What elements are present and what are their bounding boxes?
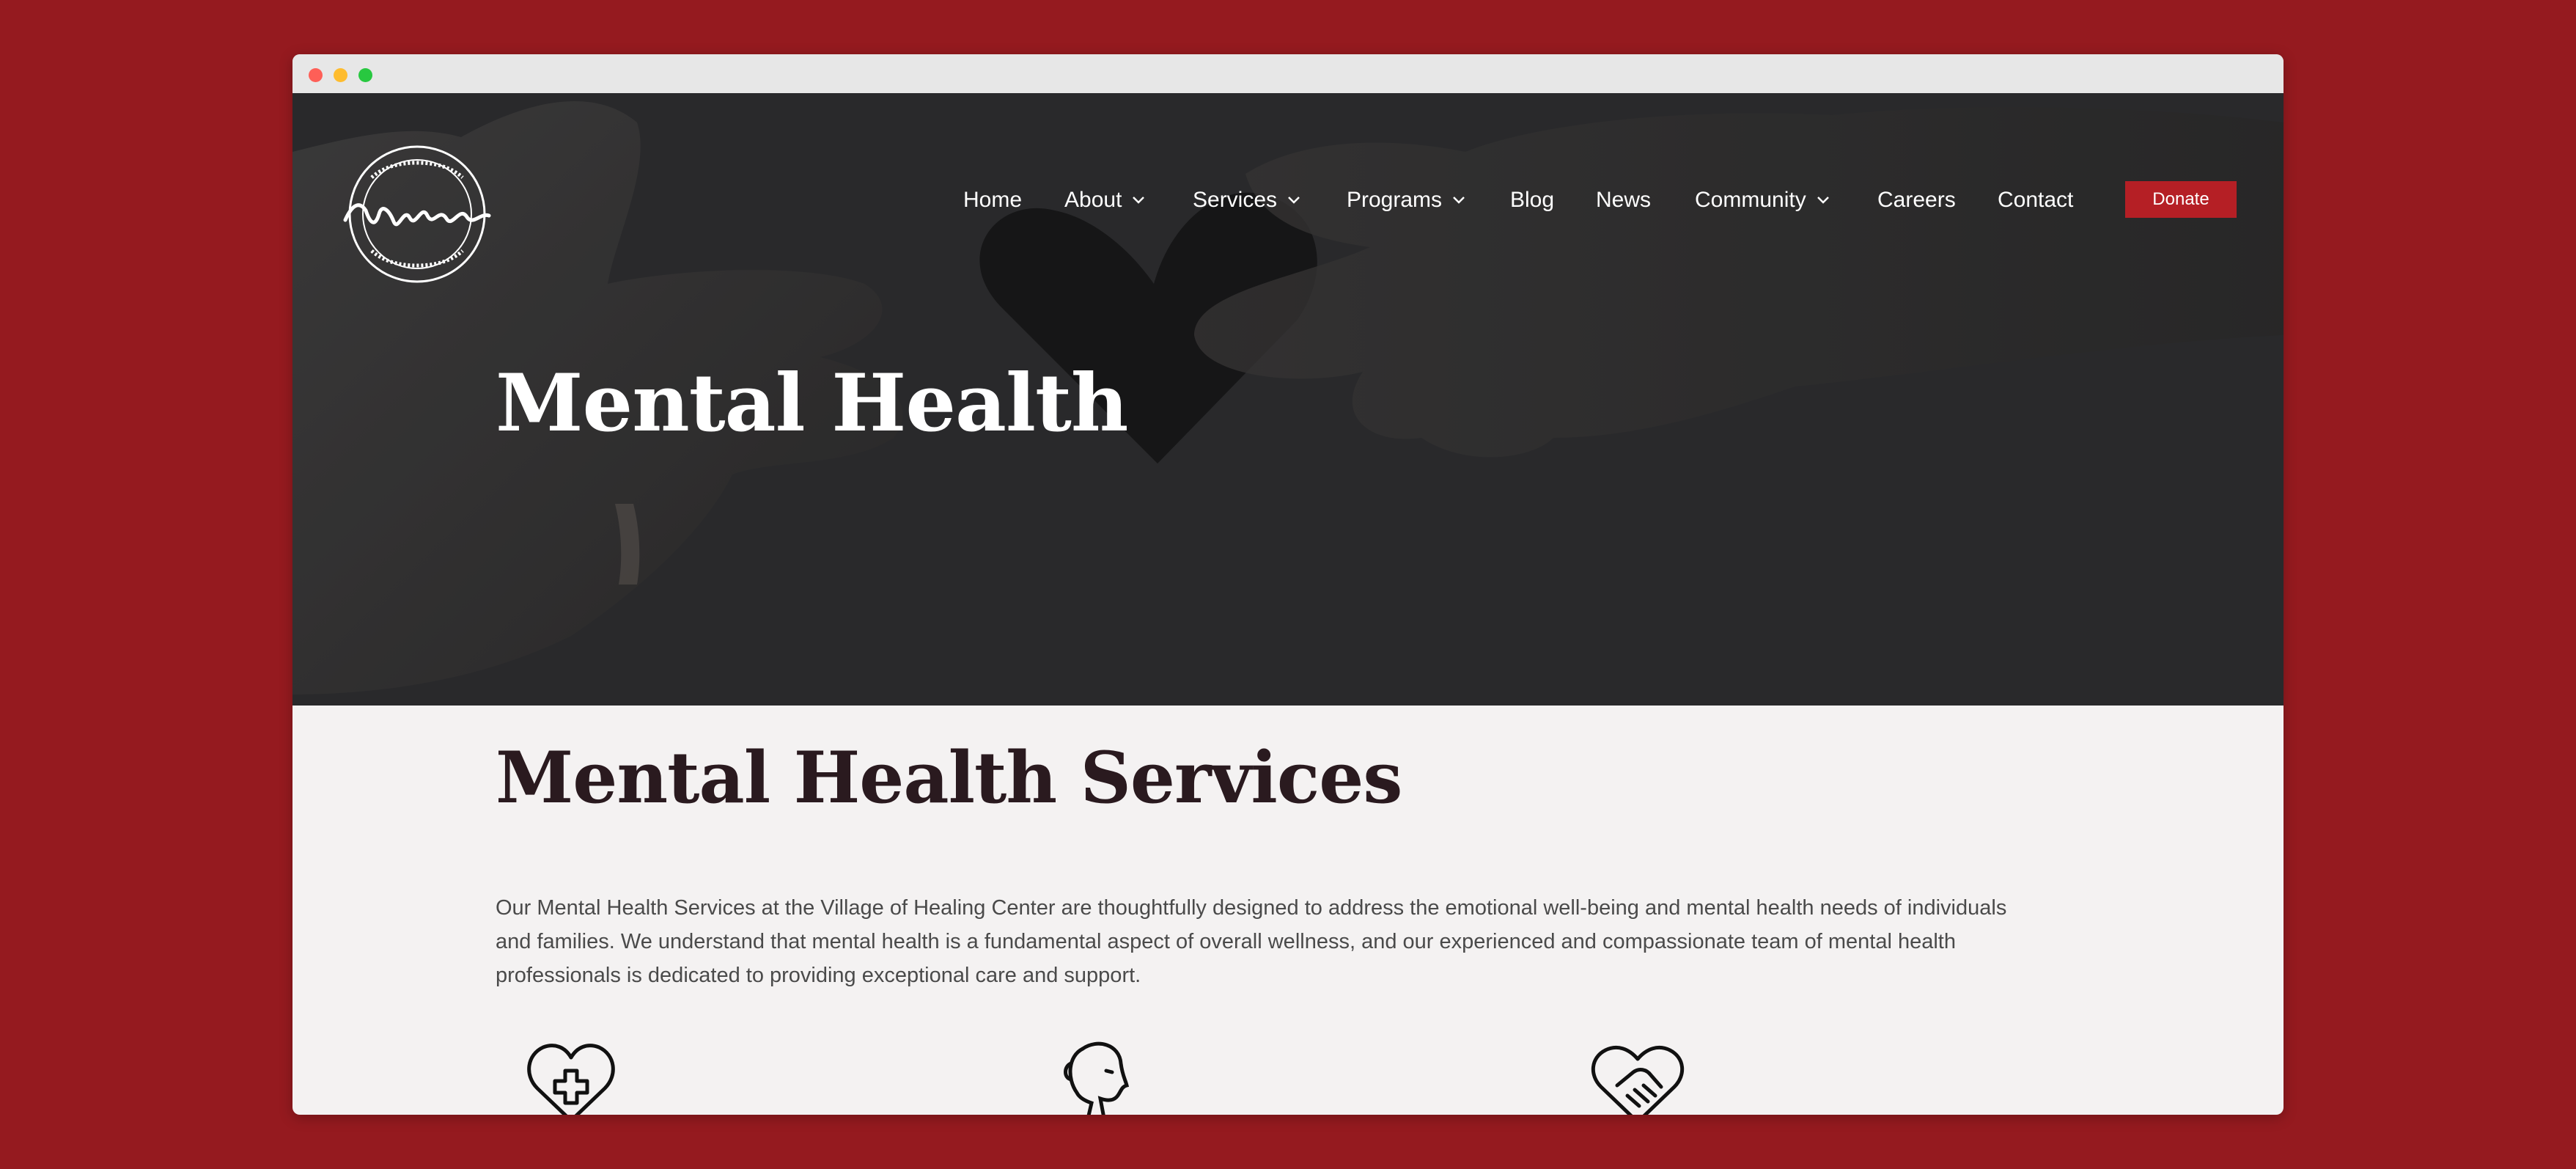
minimize-window-button[interactable] xyxy=(334,68,347,82)
window-titlebar xyxy=(292,54,2284,94)
nav-item-label: Programs xyxy=(1347,188,1443,212)
nav-item-careers[interactable]: Careers xyxy=(1877,183,1956,218)
nav-item-community[interactable]: Community xyxy=(1695,183,1830,218)
nav-item-about[interactable]: About xyxy=(1064,183,1145,218)
nav-item-label: Home xyxy=(963,188,1023,212)
maximize-window-button[interactable] xyxy=(358,68,372,82)
nav-item-services[interactable]: Services xyxy=(1193,183,1300,218)
nav-item-label: Community xyxy=(1695,188,1806,212)
hero-banner: Home About Services Programs Blog News C… xyxy=(292,93,2284,706)
chevron-down-icon xyxy=(1288,197,1300,204)
chevron-down-icon xyxy=(1133,197,1145,204)
nav-item-label: Careers xyxy=(1877,188,1956,212)
nav-item-blog[interactable]: Blog xyxy=(1510,183,1554,218)
intro-paragraph: Our Mental Health Services at the Villag… xyxy=(496,896,2007,987)
chevron-down-icon xyxy=(1817,197,1829,204)
person-profile-icon xyxy=(1064,1041,1130,1115)
donate-button[interactable]: Donate xyxy=(2125,181,2237,218)
browser-window: Home About Services Programs Blog News C… xyxy=(292,54,2284,1115)
close-window-button[interactable] xyxy=(309,68,323,82)
nav-item-label: Services xyxy=(1193,188,1278,212)
nav-item-news[interactable]: News xyxy=(1596,183,1651,218)
nav-item-contact[interactable]: Contact xyxy=(1998,183,2073,218)
heart-handshake-icon xyxy=(1591,1046,1685,1115)
main-navigation: Home About Services Programs Blog News C… xyxy=(292,183,2284,218)
nav-item-label: Contact xyxy=(1998,188,2074,212)
nav-item-label: About xyxy=(1064,188,1122,212)
nav-item-label: News xyxy=(1596,188,1652,212)
section-title: Mental Health Services xyxy=(496,736,1402,819)
nav-item-home[interactable]: Home xyxy=(963,183,1022,218)
nav-item-programs[interactable]: Programs xyxy=(1347,183,1465,218)
main-content: Mental Health Services Our Mental Health… xyxy=(292,706,2284,1115)
heart-plus-icon xyxy=(527,1044,615,1115)
chevron-down-icon xyxy=(1453,197,1465,204)
nav-item-label: Blog xyxy=(1510,188,1555,212)
hero-title: Mental Health xyxy=(496,357,1128,450)
